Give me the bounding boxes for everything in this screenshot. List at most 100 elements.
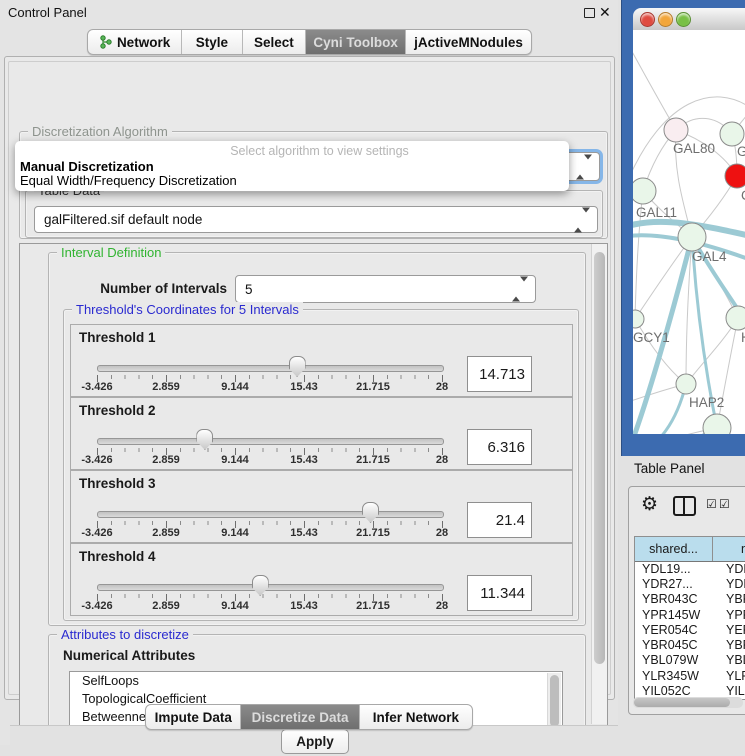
list-item[interactable]: SelfLoops [70, 672, 562, 690]
spinner-down-icon[interactable] [582, 207, 590, 227]
spinner-up-icon[interactable] [512, 282, 520, 302]
slider-major-ticks [97, 521, 443, 528]
slider-track[interactable] [97, 438, 444, 445]
threshold-value-field[interactable]: 14.713 [467, 356, 532, 392]
tab-select[interactable]: Select [243, 30, 306, 54]
cell-shared-name: YDR27... [635, 577, 719, 591]
tab-label: Network [117, 35, 170, 50]
network-node[interactable] [676, 374, 696, 394]
slider-thumb[interactable] [362, 502, 379, 523]
number-of-intervals-combobox[interactable]: 5 [235, 275, 536, 303]
tick-label: -3.426 [81, 381, 112, 393]
network-node[interactable] [725, 164, 745, 188]
close-icon[interactable]: ✕ [599, 4, 611, 21]
tick-label: 9.144 [221, 454, 249, 466]
scrollbar-thumb[interactable] [634, 698, 730, 707]
network-node[interactable] [720, 122, 744, 146]
spinner-up-icon[interactable] [576, 159, 584, 179]
tab-style[interactable]: Style [182, 30, 242, 54]
traffic-light-close[interactable] [640, 12, 655, 27]
threshold-1-panel: Threshold 1 -3.4262.8599.14415.4321.7152… [70, 324, 573, 397]
table-row[interactable]: YPR145WYPR1 [635, 607, 745, 622]
tab-discretize-data[interactable]: Discretize Data [241, 705, 359, 729]
traffic-light-minimize[interactable] [658, 12, 673, 27]
network-node[interactable] [703, 414, 731, 434]
tick-label: 2.859 [152, 381, 180, 393]
table-header-row: shared... n [635, 537, 745, 562]
table-panel: ⚙ ☑ ☑ shared... n YDL19...YDL1YDR27...YD… [628, 486, 745, 715]
dropdown-hint-item[interactable]: Select algorithm to view settings [15, 144, 569, 158]
column-header-name[interactable]: n [713, 537, 745, 561]
slider-thumb[interactable] [252, 575, 269, 596]
tick-label: 2.859 [152, 454, 180, 466]
threshold-value-field[interactable]: 21.4 [467, 502, 532, 538]
list-scrollbar[interactable] [547, 673, 561, 727]
table-row[interactable]: YDR27...YDR2 [635, 576, 745, 591]
column-header-shared-name[interactable]: shared... [635, 537, 713, 561]
scrollbar-thumb[interactable] [550, 675, 559, 727]
columns-icon[interactable] [673, 496, 696, 516]
table-row[interactable]: YLR345WYLR3 [635, 668, 745, 683]
table-row[interactable]: YER054CYER0 [635, 622, 745, 637]
tab-label: Cyni Toolbox [313, 35, 398, 50]
group-title: Discretization Algorithm [28, 124, 172, 139]
threshold-2-panel: Threshold 2 -3.4262.8599.14415.4321.7152… [70, 397, 573, 470]
spinner-up-icon[interactable] [574, 212, 582, 232]
top-tab-bar: Network Style Select Cyni Toolbox jActiv… [87, 29, 532, 55]
network-node[interactable] [664, 118, 688, 142]
tick-label: 9.144 [221, 381, 249, 393]
slider-thumb[interactable] [196, 429, 213, 450]
threshold-label: Threshold 3 [79, 476, 156, 491]
tab-jactivemnodules[interactable]: jActiveMNodules [406, 30, 531, 54]
network-node[interactable] [633, 178, 656, 204]
gear-icon[interactable]: ⚙ [641, 493, 658, 516]
network-node[interactable] [678, 223, 706, 251]
node-label: HAP2 [689, 395, 724, 410]
table-row[interactable]: YBR045CYBR0 [635, 637, 745, 652]
dropdown-item-manual-discretization[interactable]: Manual Discretization [20, 159, 154, 174]
apply-button[interactable]: Apply [281, 729, 349, 754]
cell-name: YPR1 [719, 608, 745, 622]
cell-shared-name: YER054C [635, 623, 719, 637]
cell-shared-name: YPR145W [635, 608, 719, 622]
tab-cyni-toolbox[interactable]: Cyni Toolbox [306, 30, 406, 54]
network-canvas[interactable]: GAL80GCGAL11GAL4GCY1HHAP2 [633, 30, 745, 434]
slider-major-ticks [97, 594, 443, 601]
table-panel-title: Table Panel [634, 461, 705, 476]
cell-shared-name: YLR345W [635, 669, 719, 683]
slider-major-ticks [97, 375, 443, 382]
dropdown-item-equal-width[interactable]: Equal Width/Frequency Discretization [20, 173, 237, 188]
table-data-combobox[interactable]: galFiltered.sif default node [34, 206, 598, 233]
threshold-value-field[interactable]: 11.344 [467, 575, 532, 611]
thresholds-group: Threshold's Coordinates for 5 Intervals … [63, 309, 579, 621]
spinner-down-icon[interactable] [584, 154, 592, 174]
float-window-icon[interactable] [584, 8, 595, 18]
table-row[interactable]: YBR043CYBR0 [635, 592, 745, 607]
pane-scrollbar[interactable] [591, 244, 607, 724]
table-horizontal-scrollbar[interactable] [633, 697, 743, 708]
tab-network[interactable]: Network [88, 30, 182, 54]
panel-title: Control Panel [8, 5, 87, 20]
cyni-toolbox-content: Discretization Algorithm Select algorith… [4, 56, 615, 700]
traffic-light-zoom[interactable] [676, 12, 691, 27]
checkbox-icon[interactable]: ☑ [706, 497, 717, 511]
slider-track[interactable] [97, 584, 444, 591]
threshold-value-field[interactable]: 6.316 [467, 429, 532, 465]
table-row[interactable]: YBL079WYBL0 [635, 653, 745, 668]
table-data-group: Table Data galFiltered.sif default node [25, 190, 603, 238]
slider-thumb[interactable] [289, 356, 306, 377]
checkbox-icon[interactable]: ☑ [719, 497, 730, 511]
network-node[interactable] [633, 310, 644, 328]
tick-label: 15.43 [290, 600, 318, 612]
tab-impute-data[interactable]: Impute Data [146, 705, 241, 729]
tab-label: Infer Network [373, 710, 459, 725]
scrollbar-thumb[interactable] [594, 252, 605, 664]
spinner-down-icon[interactable] [520, 277, 528, 297]
slider-track[interactable] [97, 511, 444, 518]
network-node[interactable] [726, 306, 745, 330]
table-row[interactable]: YDL19...YDL1 [635, 561, 745, 576]
tab-infer-network[interactable]: Infer Network [360, 705, 472, 729]
node-label: H [741, 330, 745, 345]
network-window-titlebar[interactable] [633, 8, 745, 31]
slider-track[interactable] [97, 365, 444, 372]
